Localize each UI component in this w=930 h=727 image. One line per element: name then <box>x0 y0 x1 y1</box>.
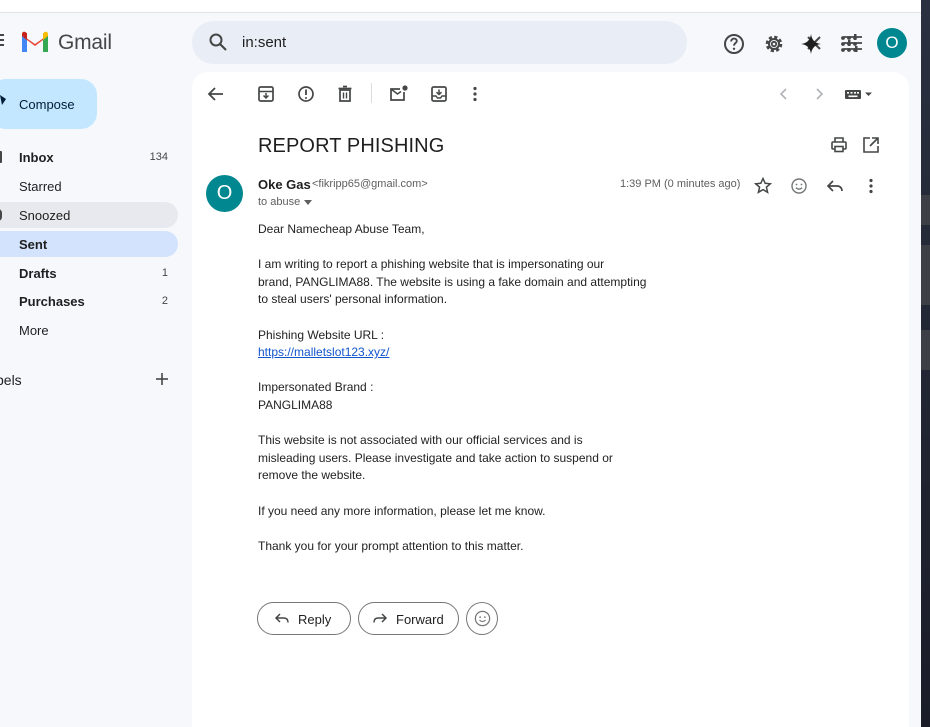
body-line: to steal users' personal information. <box>258 292 448 307</box>
snoozed-icon <box>0 209 2 221</box>
pen-icon <box>0 95 6 105</box>
delete-icon[interactable] <box>335 84 355 104</box>
sidebar-item-label: Purchases <box>19 294 85 309</box>
settings-icon[interactable] <box>762 32 786 56</box>
email-body: Dear Namecheap Abuse Team, I am writing … <box>258 221 658 555</box>
reply-icon[interactable] <box>825 176 845 196</box>
reply-label: Reply <box>298 612 332 627</box>
gemini-icon[interactable] <box>799 32 823 56</box>
body-closing: Thank you for your prompt attention to t… <box>258 538 524 553</box>
sender-name[interactable]: Oke Gas <box>258 177 311 192</box>
email-subject: REPORT PHISHING <box>258 135 445 157</box>
gmail-logo-text: Gmail <box>58 31 112 54</box>
url-label: Phishing Website URL : <box>258 327 385 342</box>
unread-count: 2 <box>161 295 168 307</box>
toolbar-divider <box>371 83 372 103</box>
sender-avatar[interactable]: O <box>206 175 243 212</box>
forward-label: Forward <box>396 612 444 627</box>
sidebar-item-label: Snoozed <box>19 208 71 223</box>
move-to-icon[interactable] <box>429 84 449 104</box>
body-greeting: Dear Namecheap Abuse Team, <box>258 222 425 236</box>
add-label-icon[interactable] <box>154 371 170 387</box>
unread-count: 134 <box>149 151 168 163</box>
older-icon[interactable] <box>809 84 829 104</box>
email-view: REPORT PHISHING O Oke Gas <fikripp65@gma… <box>192 72 909 727</box>
compose-button[interactable]: Compose <box>0 79 97 129</box>
account-avatar[interactable]: O <box>877 28 907 58</box>
open-new-window-icon[interactable] <box>861 135 881 155</box>
print-icon[interactable] <box>829 135 849 155</box>
recipient-line: to abuse <box>258 196 301 208</box>
show-details-icon[interactable] <box>304 200 312 206</box>
sidebar-item-label: More <box>19 323 49 338</box>
body-line: This website is not associated with our … <box>258 433 583 448</box>
body-line: remove the website. <box>258 468 366 483</box>
apps-grid-icon[interactable] <box>837 32 861 56</box>
mark-unread-icon[interactable] <box>389 84 409 104</box>
more-options-icon[interactable] <box>861 176 881 196</box>
body-line: misleading users. Please investigate and… <box>258 450 613 465</box>
inbox-icon <box>0 151 2 163</box>
star-icon[interactable] <box>753 176 773 196</box>
gmail-logo-icon[interactable] <box>20 30 50 54</box>
sidebar-item-label: Starred <box>19 179 62 194</box>
report-spam-icon[interactable] <box>296 84 316 104</box>
more-vert-icon[interactable] <box>465 84 485 104</box>
main-menu-icon[interactable] <box>0 34 4 48</box>
newer-icon[interactable] <box>774 84 794 104</box>
search-bar[interactable] <box>192 21 862 64</box>
body-line: I am writing to report a phishing websit… <box>258 257 605 272</box>
email-timestamp: 1:39 PM (0 minutes ago) <box>620 178 741 190</box>
back-arrow-icon[interactable] <box>206 84 226 104</box>
app-header: Gmail in:sent O <box>0 14 921 72</box>
desktop-edge <box>921 0 930 727</box>
sender-email: <fikripp65@gmail.com> <box>312 178 428 190</box>
forward-icon <box>373 613 388 623</box>
archive-icon[interactable] <box>256 84 276 104</box>
brand-value: PANGLIMA88 <box>258 397 333 412</box>
sidebar-item-label: Drafts <box>19 266 57 281</box>
react-emoji-button[interactable] <box>466 602 498 635</box>
sidebar-item-label: Inbox <box>19 150 54 165</box>
input-tools-icon[interactable] <box>844 84 876 104</box>
search-input[interactable] <box>242 21 592 64</box>
emoji-reaction-icon[interactable] <box>789 176 809 196</box>
forward-button[interactable]: Forward <box>358 602 459 635</box>
help-icon[interactable] <box>722 32 746 56</box>
sidebar-item-sent[interactable]: Sent <box>0 231 178 257</box>
body-line: If you need any more information, please… <box>258 503 546 518</box>
phishing-url-link[interactable]: https://malletslot123.xyz/ <box>258 345 389 359</box>
unread-count: 1 <box>161 267 168 279</box>
reply-icon <box>274 613 289 623</box>
body-line: brand, PANGLIMA88. The website is using … <box>258 274 647 289</box>
labels-heading: bels <box>0 372 22 388</box>
reply-button[interactable]: Reply <box>257 602 351 635</box>
sidebar-item-snoozed[interactable]: Snoozed <box>0 202 178 228</box>
search-icon[interactable] <box>208 32 228 52</box>
emoji-icon <box>474 610 491 627</box>
brand-label: Impersonated Brand : <box>258 380 374 395</box>
sidebar-item-inbox[interactable]: Inbox 134 <box>0 144 178 170</box>
sidebar-item-starred[interactable]: Starred <box>0 173 178 199</box>
sidebar-item-label: Sent <box>19 237 48 252</box>
sidebar-item-more[interactable]: More <box>0 317 178 343</box>
sidebar-item-purchases[interactable]: Purchases 2 <box>0 288 178 314</box>
sidebar-item-drafts[interactable]: Drafts 1 <box>0 260 178 286</box>
compose-label: Compose <box>19 97 75 112</box>
window-top-bar <box>0 0 921 13</box>
